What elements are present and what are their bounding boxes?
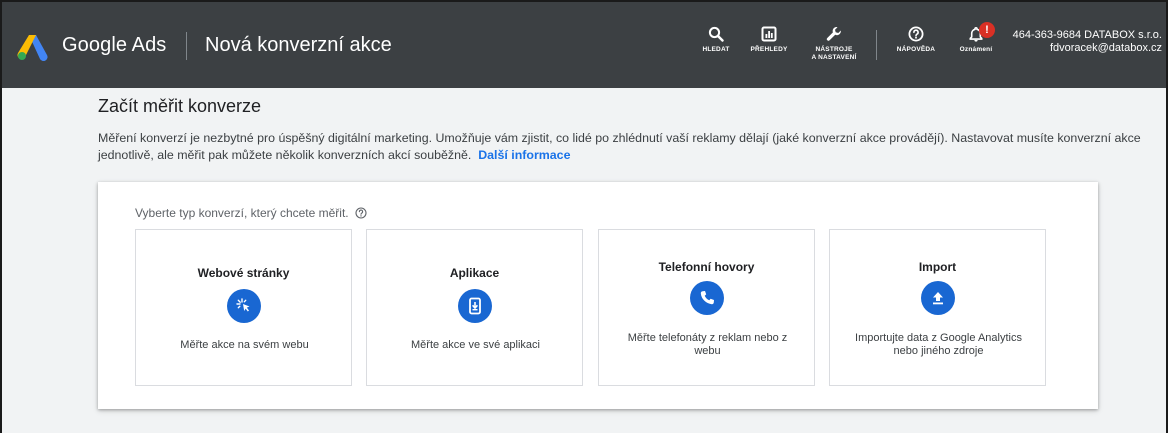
option-import[interactable]: Import Importujte data z Google Analytic… [829,229,1046,386]
option-app-title: Aplikace [449,266,500,280]
option-websites-description: Měřte akce na svém webu [180,339,309,351]
brand-name[interactable]: Google Ads [62,34,166,57]
conversion-type-prompt: Vyberte typ konverzí, který chcete měřit… [135,206,367,220]
prompt-text: Vyberte typ konverzí, který chcete měřit… [135,206,349,220]
search-icon [708,26,724,42]
help-circle-icon[interactable] [355,207,367,219]
option-import-icon-circle [920,281,955,315]
nav-tools-label: NÁSTROJE A NASTAVENÍ [811,46,857,61]
option-phone-calls-title: Telefonní hovory [658,260,755,274]
option-import-description: Importujte data z Google Analytics nebo … [855,332,1022,357]
nav-notifications-label: Oznámení [959,46,993,53]
option-app-icon-circle [457,289,492,323]
conversion-type-card: Vyberte typ konverzí, který chcete měřit… [98,182,1098,409]
nav-reports-button[interactable]: PŘEHLEDY [745,26,793,54]
nav-separator [876,30,877,60]
option-websites[interactable]: Webové stránky Měřte akce na svém webu [135,229,352,386]
account-email: fdvoracek@databox.cz [1049,42,1162,54]
option-app-description: Měřte akce ve své aplikaci [411,339,540,351]
app-frame: Google Ads Nová konverzní akce HLEDAT PŘ… [0,0,1168,433]
option-import-title: Import [918,260,957,274]
upload-icon [932,292,943,305]
option-phone-calls[interactable]: Telefonní hovory Měřte telefonáty z rekl… [598,229,815,386]
option-websites-icon-circle [226,289,261,323]
nav-help-label: NÁPOVĚDA [896,46,936,53]
cursor-click-icon [235,298,249,312]
app-download-icon [468,297,481,315]
brand-divider [186,32,187,60]
nav-search-label: HLEDAT [702,46,730,53]
account-id: 464-363-9684 DATABOX s.r.o. [1012,29,1162,41]
top-bar: Google Ads Nová konverzní akce HLEDAT PŘ… [2,2,1166,88]
option-app[interactable]: Aplikace Měřte akce ve své aplikaci [366,229,583,386]
page-title: Nová konverzní akce [205,34,392,56]
nav-help-button[interactable]: NÁPOVĚDA [890,26,942,54]
option-phone-calls-icon-circle [689,281,724,315]
phone-icon [700,291,714,305]
notification-badge: ! [979,22,995,38]
nav-reports-label: PŘEHLEDY [750,46,788,53]
learn-more-link[interactable]: Další informace [478,148,570,162]
nav-search-button[interactable]: HLEDAT [696,26,736,54]
reports-icon [761,26,777,42]
account-switcher[interactable]: 464-363-9684 DATABOX s.r.o. fdvoracek@da… [1013,29,1162,55]
wrench-icon [826,27,841,41]
description-text: Měření konverzí je nezbytné pro úspěšný … [98,131,1141,162]
section-title: Začít měřit konverze [98,96,262,116]
section-description: Měření konverzí je nezbytné pro úspěšný … [98,130,1148,164]
option-websites-title: Webové stránky [197,266,290,280]
help-icon [908,26,924,42]
google-ads-logo-icon[interactable] [16,33,50,61]
nav-tools-button[interactable]: NÁSTROJE A NASTAVENÍ [808,26,860,61]
option-phone-calls-description: Měřte telefonáty z reklam nebo z webu [627,332,788,357]
